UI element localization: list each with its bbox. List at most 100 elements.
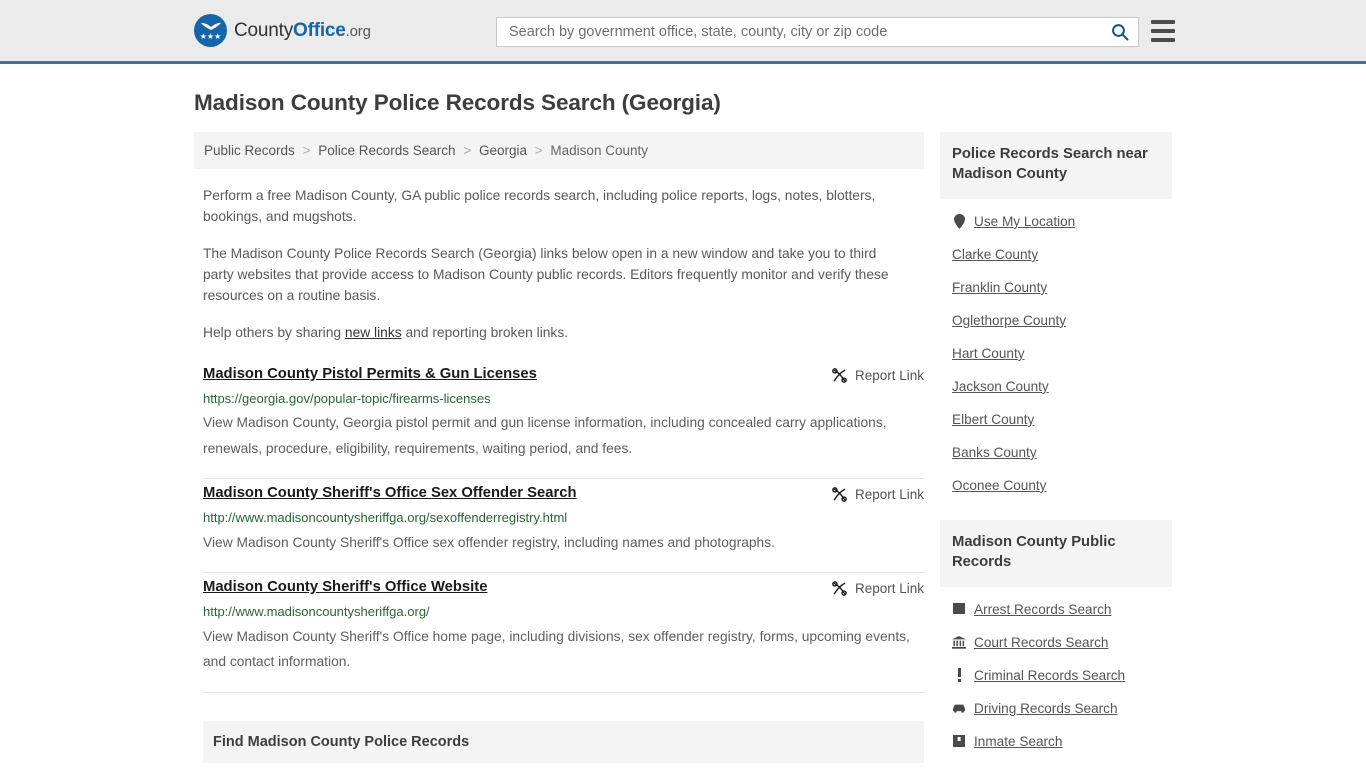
sidebar-item-county[interactable]: Elbert County — [940, 403, 1172, 436]
use-my-location-link[interactable]: Use My Location — [974, 214, 1075, 229]
result-item: Madison County Sheriff's Office Sex Offe… — [203, 479, 924, 574]
public-record-link[interactable]: Driving Records Search — [974, 701, 1118, 716]
hamburger-bar — [1151, 20, 1175, 24]
result-item: Madison County Pistol Permits & Gun Lice… — [203, 366, 924, 480]
search-icon — [1112, 24, 1129, 41]
content-columns: Public Records > Police Records Search >… — [194, 132, 1172, 768]
courthouse-icon — [952, 635, 966, 650]
result-header: Madison County Sheriff's Office Website … — [203, 579, 924, 597]
result-header: Madison County Pistol Permits & Gun Lice… — [203, 366, 924, 384]
county-link[interactable]: Banks County — [952, 445, 1037, 460]
county-link[interactable]: Oglethorpe County — [952, 313, 1066, 328]
page-title: Madison County Police Records Search (Ge… — [194, 90, 721, 115]
results-list: Madison County Pistol Permits & Gun Lice… — [194, 366, 924, 693]
logo-org-text: .org — [345, 22, 371, 40]
breadcrumb-item-current: Madison County — [550, 143, 648, 158]
sidebar-public-records-heading: Madison County Public Records — [940, 519, 1172, 587]
report-link-label: Report Link — [854, 581, 924, 597]
eagle-seal-icon: ★★★ — [194, 14, 227, 47]
public-record-link[interactable]: Arrest Records Search — [974, 602, 1112, 617]
report-link-label: Report Link — [854, 367, 924, 383]
report-link-label: Report Link — [854, 487, 924, 503]
sidebar-item-county[interactable]: Jackson County — [940, 370, 1172, 403]
exclamation-icon — [952, 668, 966, 683]
result-url: http://www.madisoncountysheriffga.org/se… — [203, 510, 568, 526]
breadcrumb-separator: > — [302, 143, 311, 158]
hamburger-bar — [1151, 29, 1175, 33]
hamburger-menu-icon[interactable] — [1151, 20, 1175, 42]
sidebar-item-county[interactable]: Oconee County — [940, 469, 1172, 502]
breadcrumb-separator: > — [534, 143, 543, 158]
breadcrumb-separator: > — [463, 143, 472, 158]
result-description: View Madison County, Georgia pistol perm… — [203, 415, 887, 456]
logo-wordmark: CountyOffice.org — [234, 20, 371, 42]
breadcrumb-item-0[interactable]: Public Records — [204, 143, 295, 158]
intro-paragraph-1: Perform a free Madison County, GA public… — [203, 188, 876, 225]
public-record-link[interactable]: Court Records Search — [974, 635, 1108, 650]
sidebar-item-county[interactable]: Banks County — [940, 436, 1172, 469]
main-column: Public Records > Police Records Search >… — [194, 132, 924, 768]
sidebar-item-court-records[interactable]: Court Records Search — [940, 626, 1172, 659]
breadcrumb-item-2[interactable]: Georgia — [479, 143, 527, 158]
sidebar-item-county[interactable]: Clarke County — [940, 238, 1172, 271]
county-link[interactable]: Franklin County — [952, 280, 1047, 295]
broken-link-icon — [832, 487, 847, 503]
site-header: ★★★ CountyOffice.org — [0, 0, 1366, 64]
hamburger-bar — [1151, 38, 1175, 42]
result-title-link[interactable]: Madison County Sheriff's Office Sex Offe… — [203, 485, 577, 503]
result-url: https://georgia.gov/popular-topic/firear… — [203, 390, 491, 406]
search-button[interactable] — [1102, 18, 1138, 46]
logo-office-text: Office — [293, 19, 346, 41]
search-input[interactable] — [507, 19, 1102, 45]
breadcrumb: Public Records > Police Records Search >… — [194, 132, 924, 169]
sidebar-item-driving-records[interactable]: Driving Records Search — [940, 692, 1172, 725]
sidebar-item-county[interactable]: Oglethorpe County — [940, 304, 1172, 337]
sidebar-item-county[interactable]: Franklin County — [940, 271, 1172, 304]
county-link[interactable]: Elbert County — [952, 412, 1034, 427]
county-link[interactable]: Jackson County — [952, 379, 1049, 394]
page-container: Madison County Police Records Search (Ge… — [0, 90, 1366, 768]
site-logo[interactable]: ★★★ CountyOffice.org — [194, 14, 371, 47]
sidebar: Police Records Search near Madison Count… — [940, 132, 1172, 758]
result-title-link[interactable]: Madison County Pistol Permits & Gun Lice… — [203, 366, 537, 384]
find-records-heading: Find Madison County Police Records — [203, 720, 924, 763]
result-header: Madison County Sheriff's Office Sex Offe… — [203, 485, 924, 503]
result-title-link[interactable]: Madison County Sheriff's Office Website — [203, 579, 487, 597]
new-links-link[interactable]: new links — [345, 325, 402, 340]
logo-stars: ★★★ — [199, 32, 222, 41]
sidebar-item-inmate-search[interactable]: Inmate Search — [940, 725, 1172, 758]
county-link[interactable]: Clarke County — [952, 247, 1038, 262]
county-link[interactable]: Oconee County — [952, 478, 1046, 493]
sidebar-nearby-list: Use My Location Clarke County Franklin C… — [940, 199, 1172, 502]
broken-link-icon — [832, 367, 847, 383]
result-description: View Madison County Sheriff's Office hom… — [203, 628, 910, 670]
report-link-button[interactable]: Report Link — [831, 486, 924, 503]
map-pin-icon — [952, 213, 966, 229]
report-link-button[interactable]: Report Link — [831, 580, 924, 597]
report-link-button[interactable]: Report Link — [831, 367, 924, 384]
public-record-link[interactable]: Inmate Search — [974, 734, 1062, 749]
sidebar-item-criminal-records[interactable]: Criminal Records Search — [940, 659, 1172, 692]
share-text-after: and reporting broken links. — [401, 325, 569, 341]
result-url: http://www.madisoncountysheriffga.org/ — [203, 604, 430, 620]
intro-section: Perform a free Madison County, GA public… — [194, 185, 924, 344]
share-text-before: Help others by sharing — [203, 325, 345, 341]
sidebar-item-county[interactable]: Hart County — [940, 337, 1172, 370]
sidebar-item-use-my-location[interactable]: Use My Location — [940, 205, 1172, 238]
breadcrumb-item-1[interactable]: Police Records Search — [318, 143, 455, 158]
result-item: Madison County Sheriff's Office Website … — [203, 573, 924, 693]
building-icon — [952, 602, 966, 617]
sidebar-item-arrest-records[interactable]: Arrest Records Search — [940, 593, 1172, 626]
sidebar-public-records-block: Madison County Public Records Arrest Rec… — [940, 519, 1172, 758]
result-description: View Madison County Sheriff's Office sex… — [203, 534, 775, 550]
sidebar-nearby-heading: Police Records Search near Madison Count… — [940, 132, 1172, 199]
intro-paragraph-3: Help others by sharing new links and rep… — [203, 322, 903, 343]
search-bar[interactable] — [496, 17, 1139, 47]
logo-county-text: County — [234, 19, 294, 41]
county-link[interactable]: Hart County — [952, 346, 1025, 361]
jail-icon — [952, 734, 966, 749]
broken-link-icon — [832, 581, 847, 597]
sidebar-public-records-list: Arrest Records Search Court Records Sear… — [940, 587, 1172, 758]
car-icon — [952, 701, 966, 716]
public-record-link[interactable]: Criminal Records Search — [974, 668, 1125, 683]
